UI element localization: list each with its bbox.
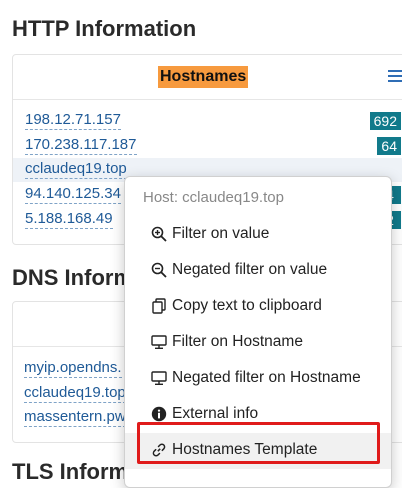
menu-item-label: Filter on Hostname <box>172 333 303 350</box>
menu-item-label: Filter on value <box>172 225 270 242</box>
dns-query-link[interactable]: myip.opendns. <box>24 359 122 378</box>
table-row: 170.238.117.187 64 <box>13 134 402 158</box>
menu-icon[interactable] <box>388 69 402 83</box>
hostnames-card-header: Hostnames <box>13 55 402 100</box>
dns-section-title: DNS Inform <box>12 265 133 290</box>
count-badge: 692 <box>369 112 401 130</box>
tls-section-title: TLS Inform <box>12 459 129 484</box>
copy-icon <box>152 298 166 314</box>
menu-item-negated-filter-on-hostname[interactable]: Negated filter on Hostname <box>125 361 391 397</box>
menu-item-copy-text[interactable]: Copy text to clipboard <box>125 289 391 325</box>
selection-highlight <box>137 422 380 464</box>
menu-item-label: Negated filter on value <box>172 261 328 278</box>
info-icon <box>151 406 167 422</box>
monitor-icon <box>151 371 167 386</box>
menu-item-filter-on-value[interactable]: Filter on value <box>125 217 391 253</box>
hostname-link[interactable]: 198.12.71.157 <box>25 111 121 130</box>
hostname-link[interactable]: 5.188.168.49 <box>25 210 113 229</box>
http-section-title: HTTP Information <box>12 16 197 41</box>
menu-item-label: Copy text to clipboard <box>172 297 322 314</box>
count-badge: 64 <box>377 137 401 155</box>
dns-query-link[interactable]: massentern.pw <box>24 408 126 427</box>
zoom-in-icon <box>151 226 167 242</box>
hostnames-header-label[interactable]: Hostnames <box>158 66 249 88</box>
table-row: 198.12.71.157 692 <box>13 109 402 133</box>
zoom-out-icon <box>151 262 167 278</box>
hostname-link[interactable]: 170.238.117.187 <box>25 136 137 155</box>
monitor-icon <box>151 335 167 350</box>
menu-item-negated-filter-on-value[interactable]: Negated filter on value <box>125 253 391 289</box>
hostname-link[interactable]: 94.140.125.34 <box>25 185 121 204</box>
hostname-link[interactable]: cclaudeq19.top <box>25 160 127 179</box>
menu-item-label: External info <box>172 405 259 422</box>
menu-item-label: Negated filter on Hostname <box>172 369 361 386</box>
menu-item-filter-on-hostname[interactable]: Filter on Hostname <box>125 325 391 361</box>
context-menu-header: Host: cclaudeq19.top <box>143 189 284 206</box>
dns-query-link[interactable]: cclaudeq19.top <box>24 384 126 403</box>
